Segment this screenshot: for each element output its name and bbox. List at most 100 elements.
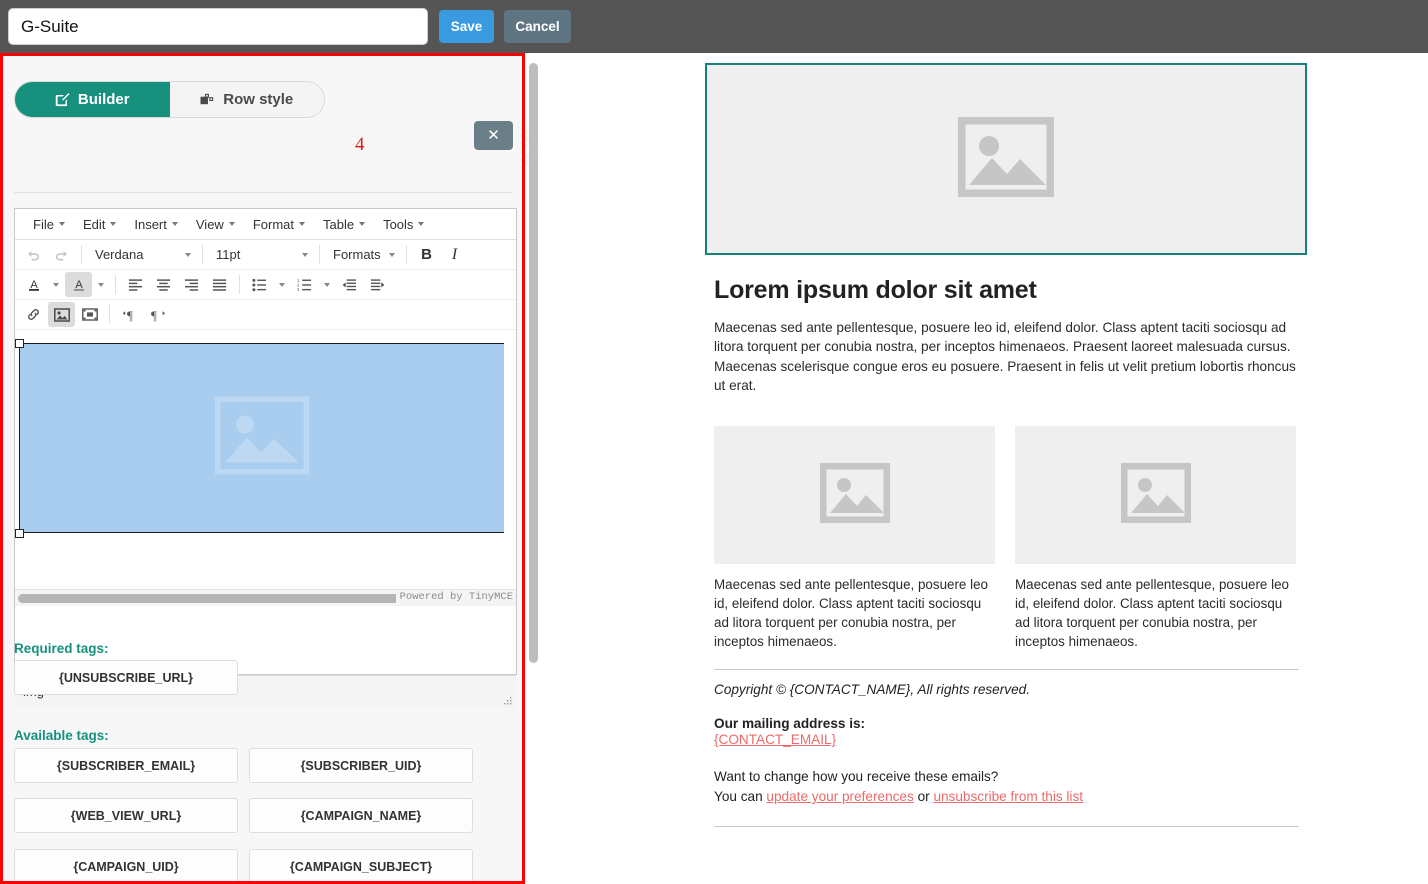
tag-subscriber-email[interactable]: {SUBSCRIBER_EMAIL} xyxy=(14,748,238,783)
chevron-down-icon xyxy=(185,252,191,257)
ltr-icon[interactable]: ¶ xyxy=(116,302,143,327)
bold-icon[interactable]: B xyxy=(413,242,440,267)
hero-image-block[interactable] xyxy=(705,63,1307,255)
indent-icon[interactable] xyxy=(364,272,391,297)
mailing-address-label: Our mailing address is: xyxy=(714,716,866,732)
tag-campaign-subject[interactable]: {CAMPAIGN_SUBJECT} xyxy=(249,849,473,881)
selection-left-edge xyxy=(19,343,20,533)
font-size-select[interactable]: 11pt xyxy=(209,242,313,267)
selected-image-block[interactable] xyxy=(19,343,504,533)
tag-subscriber-uid[interactable]: {SUBSCRIBER_UID} xyxy=(249,748,473,783)
tab-row-style[interactable]: Row style xyxy=(169,82,324,117)
toolbar-divider xyxy=(239,275,240,294)
template-name-input[interactable] xyxy=(8,8,428,45)
panel-scroll-thumb[interactable] xyxy=(529,63,538,663)
email-heading: Lorem ipsum dolor sit amet xyxy=(714,276,1037,304)
editor-toolbar-row-1: Verdana 11pt Formats B I xyxy=(15,240,516,270)
unsubscribe-link[interactable]: unsubscribe from this list xyxy=(933,789,1083,804)
column-image-right[interactable] xyxy=(1015,426,1296,565)
numbered-list-dropdown-chevron-down-icon[interactable] xyxy=(319,272,335,297)
chevron-down-icon xyxy=(228,222,235,226)
column-left: Maecenas sed ante pellentesque, posuere … xyxy=(714,426,995,651)
panel-tabs: Builder Row style xyxy=(14,81,325,118)
rich-text-editor: File Edit Insert View Format Table Tools… xyxy=(14,208,517,708)
menu-tools[interactable]: Tools xyxy=(375,214,434,235)
contact-email-link[interactable]: {CONTACT_EMAIL} xyxy=(714,732,836,747)
link-icon[interactable] xyxy=(20,302,47,327)
resize-handle-bottom-left[interactable] xyxy=(15,529,24,538)
layers-icon xyxy=(200,93,215,107)
background-color-icon[interactable]: A xyxy=(65,272,92,297)
chevron-down-icon xyxy=(171,222,178,226)
image-placeholder-icon xyxy=(1120,462,1191,528)
tinymce-branding: Powered by TinyMCE xyxy=(395,591,513,603)
toolbar-divider xyxy=(81,245,82,264)
svg-text:¶: ¶ xyxy=(127,308,133,322)
undo-icon[interactable] xyxy=(20,242,47,267)
toolbar-divider xyxy=(115,275,116,294)
editor-content-area[interactable]: Powered by TinyMCE xyxy=(15,330,516,606)
bullet-list-icon[interactable] xyxy=(246,272,273,297)
svg-text:¶: ¶ xyxy=(151,308,157,322)
tag-campaign-uid[interactable]: {CAMPAIGN_UID} xyxy=(14,849,238,881)
background-color-dropdown-chevron-down-icon[interactable] xyxy=(93,272,109,297)
formats-select[interactable]: Formats xyxy=(326,242,400,267)
editor-horizontal-scrollbar[interactable]: Powered by TinyMCE xyxy=(15,589,516,606)
tag-unsubscribe-url[interactable]: {UNSUBSCRIBE_URL} xyxy=(14,660,238,695)
menu-edit[interactable]: Edit xyxy=(75,214,126,235)
menu-format[interactable]: Format xyxy=(245,214,315,235)
panel-scrollbar[interactable] xyxy=(528,57,539,677)
tag-campaign-name[interactable]: {CAMPAIGN_NAME} xyxy=(249,798,473,833)
text-color-icon[interactable]: A xyxy=(20,272,47,297)
image-icon[interactable] xyxy=(48,302,75,327)
chevron-down-icon xyxy=(389,252,395,257)
numbered-list-icon[interactable]: 123 xyxy=(291,272,318,297)
email-preview-pane: Lorem ipsum dolor sit amet Maecenas sed … xyxy=(539,53,1428,884)
media-icon[interactable] xyxy=(76,302,103,327)
builder-side-panel: Builder Row style 4 ✕ File Edit Insert V… xyxy=(0,53,525,884)
image-placeholder-icon xyxy=(819,462,890,528)
cancel-button[interactable]: Cancel xyxy=(504,10,571,43)
tab-builder[interactable]: Builder xyxy=(15,82,170,117)
align-left-icon[interactable] xyxy=(122,272,149,297)
menu-table[interactable]: Table xyxy=(315,214,375,235)
editor-menubar: File Edit Insert View Format Table Tools xyxy=(15,209,516,240)
menu-insert[interactable]: Insert xyxy=(126,214,188,235)
save-button[interactable]: Save xyxy=(439,10,494,43)
rtl-icon[interactable]: ¶ xyxy=(144,302,171,327)
top-toolbar: Save Cancel xyxy=(0,0,1428,53)
menu-view-label: View xyxy=(195,216,224,232)
email-intro-paragraph: Maecenas sed ante pellentesque, posuere … xyxy=(714,320,1296,393)
align-justify-icon[interactable] xyxy=(206,272,233,297)
resize-handle-top-left[interactable] xyxy=(15,339,24,348)
copyright-text: Copyright © {CONTACT_NAME}, All rights r… xyxy=(714,682,1030,698)
italic-icon[interactable]: I xyxy=(441,242,468,267)
preferences-block: Want to change how you receive these ema… xyxy=(714,767,1307,806)
toolbar-divider xyxy=(319,245,320,264)
align-right-icon[interactable] xyxy=(178,272,205,297)
align-center-icon[interactable] xyxy=(150,272,177,297)
image-placeholder-icon xyxy=(956,115,1056,202)
font-family-select[interactable]: Verdana xyxy=(88,242,196,267)
annotation-number: 4 xyxy=(355,134,365,155)
menu-view[interactable]: View xyxy=(188,214,245,235)
chevron-down-icon xyxy=(299,222,305,226)
font-size-value: 11pt xyxy=(216,247,241,262)
required-tags-title: Required tags: xyxy=(14,641,109,656)
bullet-list-dropdown-chevron-down-icon[interactable] xyxy=(274,272,290,297)
column-image-left[interactable] xyxy=(714,426,995,565)
redo-icon[interactable] xyxy=(48,242,75,267)
column-right: Maecenas sed ante pellentesque, posuere … xyxy=(1015,426,1296,651)
outdent-icon[interactable] xyxy=(336,272,363,297)
resize-grip-icon[interactable] xyxy=(502,695,512,705)
close-icon[interactable]: ✕ xyxy=(474,121,513,150)
contact-email-line: {CONTACT_EMAIL} xyxy=(714,732,1307,747)
toolbar-divider xyxy=(202,245,203,264)
menu-file[interactable]: File xyxy=(25,214,75,235)
tag-web-view-url[interactable]: {WEB_VIEW_URL} xyxy=(14,798,238,833)
two-column-section: Maecenas sed ante pellentesque, posuere … xyxy=(714,426,1307,651)
font-family-value: Verdana xyxy=(95,247,144,262)
update-preferences-link[interactable]: update your preferences xyxy=(766,789,913,804)
editor-scroll-thumb[interactable] xyxy=(18,594,406,603)
text-color-dropdown-chevron-down-icon[interactable] xyxy=(48,272,64,297)
